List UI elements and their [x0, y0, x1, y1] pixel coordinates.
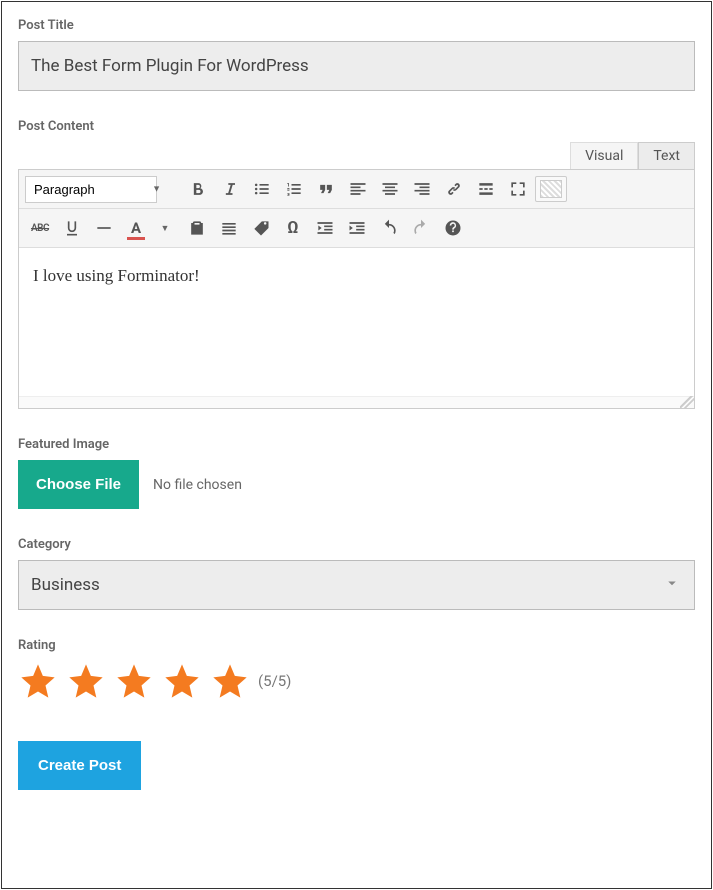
file-status-text: No file chosen: [153, 477, 242, 493]
redo-icon[interactable]: [406, 213, 436, 243]
rating-value-text: (5/5): [258, 672, 291, 690]
editor-tabs: Visual Text: [18, 142, 695, 169]
format-select-wrap[interactable]: Paragraph: [25, 176, 169, 203]
toolbar-row-1: Paragraph: [19, 170, 694, 209]
strikethrough-icon[interactable]: ABC: [25, 213, 55, 243]
numbered-list-icon[interactable]: [279, 174, 309, 204]
featured-image-label: Featured Image: [18, 437, 695, 452]
star-icon[interactable]: [162, 661, 202, 701]
star-icon[interactable]: [114, 661, 154, 701]
align-center-icon[interactable]: [375, 174, 405, 204]
rating-section: Rating (5/5): [18, 638, 695, 701]
post-title-section: Post Title: [18, 18, 695, 91]
tag-icon[interactable]: [246, 213, 276, 243]
post-title-label: Post Title: [18, 18, 695, 33]
post-title-input[interactable]: [18, 41, 695, 91]
star-icon[interactable]: [66, 661, 106, 701]
toolbar-row-2: ABC A ▼ Ω: [19, 209, 694, 248]
horizontal-rule-icon[interactable]: [89, 213, 119, 243]
toolbar-toggle-icon[interactable]: [535, 176, 567, 202]
form-container: Post Title Post Content Visual Text Para…: [1, 1, 712, 889]
category-label: Category: [18, 537, 695, 552]
tab-text[interactable]: Text: [638, 142, 695, 169]
special-character-icon[interactable]: Ω: [278, 213, 308, 243]
align-right-icon[interactable]: [407, 174, 437, 204]
editor-statusbar: [19, 396, 694, 408]
underline-icon[interactable]: [57, 213, 87, 243]
format-select[interactable]: Paragraph: [25, 176, 157, 203]
undo-icon[interactable]: [374, 213, 404, 243]
resize-handle-icon[interactable]: [680, 396, 694, 408]
outdent-icon[interactable]: [310, 213, 340, 243]
clear-formatting-icon[interactable]: [214, 213, 244, 243]
star-icon[interactable]: [18, 661, 58, 701]
read-more-icon[interactable]: [471, 174, 501, 204]
create-post-button[interactable]: Create Post: [18, 741, 141, 790]
featured-image-section: Featured Image Choose File No file chose…: [18, 437, 695, 509]
fullscreen-icon[interactable]: [503, 174, 533, 204]
tab-visual[interactable]: Visual: [570, 142, 638, 169]
category-select[interactable]: Business: [18, 560, 695, 610]
text-color-icon[interactable]: A: [121, 213, 151, 243]
post-content-label: Post Content: [18, 119, 695, 134]
editor-content[interactable]: I love using Forminator!: [19, 248, 694, 396]
star-icon[interactable]: [210, 661, 250, 701]
indent-icon[interactable]: [342, 213, 372, 243]
text-color-dropdown-icon[interactable]: ▼: [150, 213, 180, 243]
align-left-icon[interactable]: [343, 174, 373, 204]
link-icon[interactable]: [439, 174, 469, 204]
help-icon[interactable]: [438, 213, 468, 243]
paste-text-icon[interactable]: [182, 213, 212, 243]
editor: Paragraph ABC A: [18, 169, 695, 409]
bold-icon[interactable]: [183, 174, 213, 204]
category-section: Category Business: [18, 537, 695, 610]
rating-label: Rating: [18, 638, 695, 653]
choose-file-button[interactable]: Choose File: [18, 460, 139, 509]
blockquote-icon[interactable]: [311, 174, 341, 204]
bullet-list-icon[interactable]: [247, 174, 277, 204]
post-content-section: Post Content Visual Text Paragraph: [18, 119, 695, 409]
italic-icon[interactable]: [215, 174, 245, 204]
